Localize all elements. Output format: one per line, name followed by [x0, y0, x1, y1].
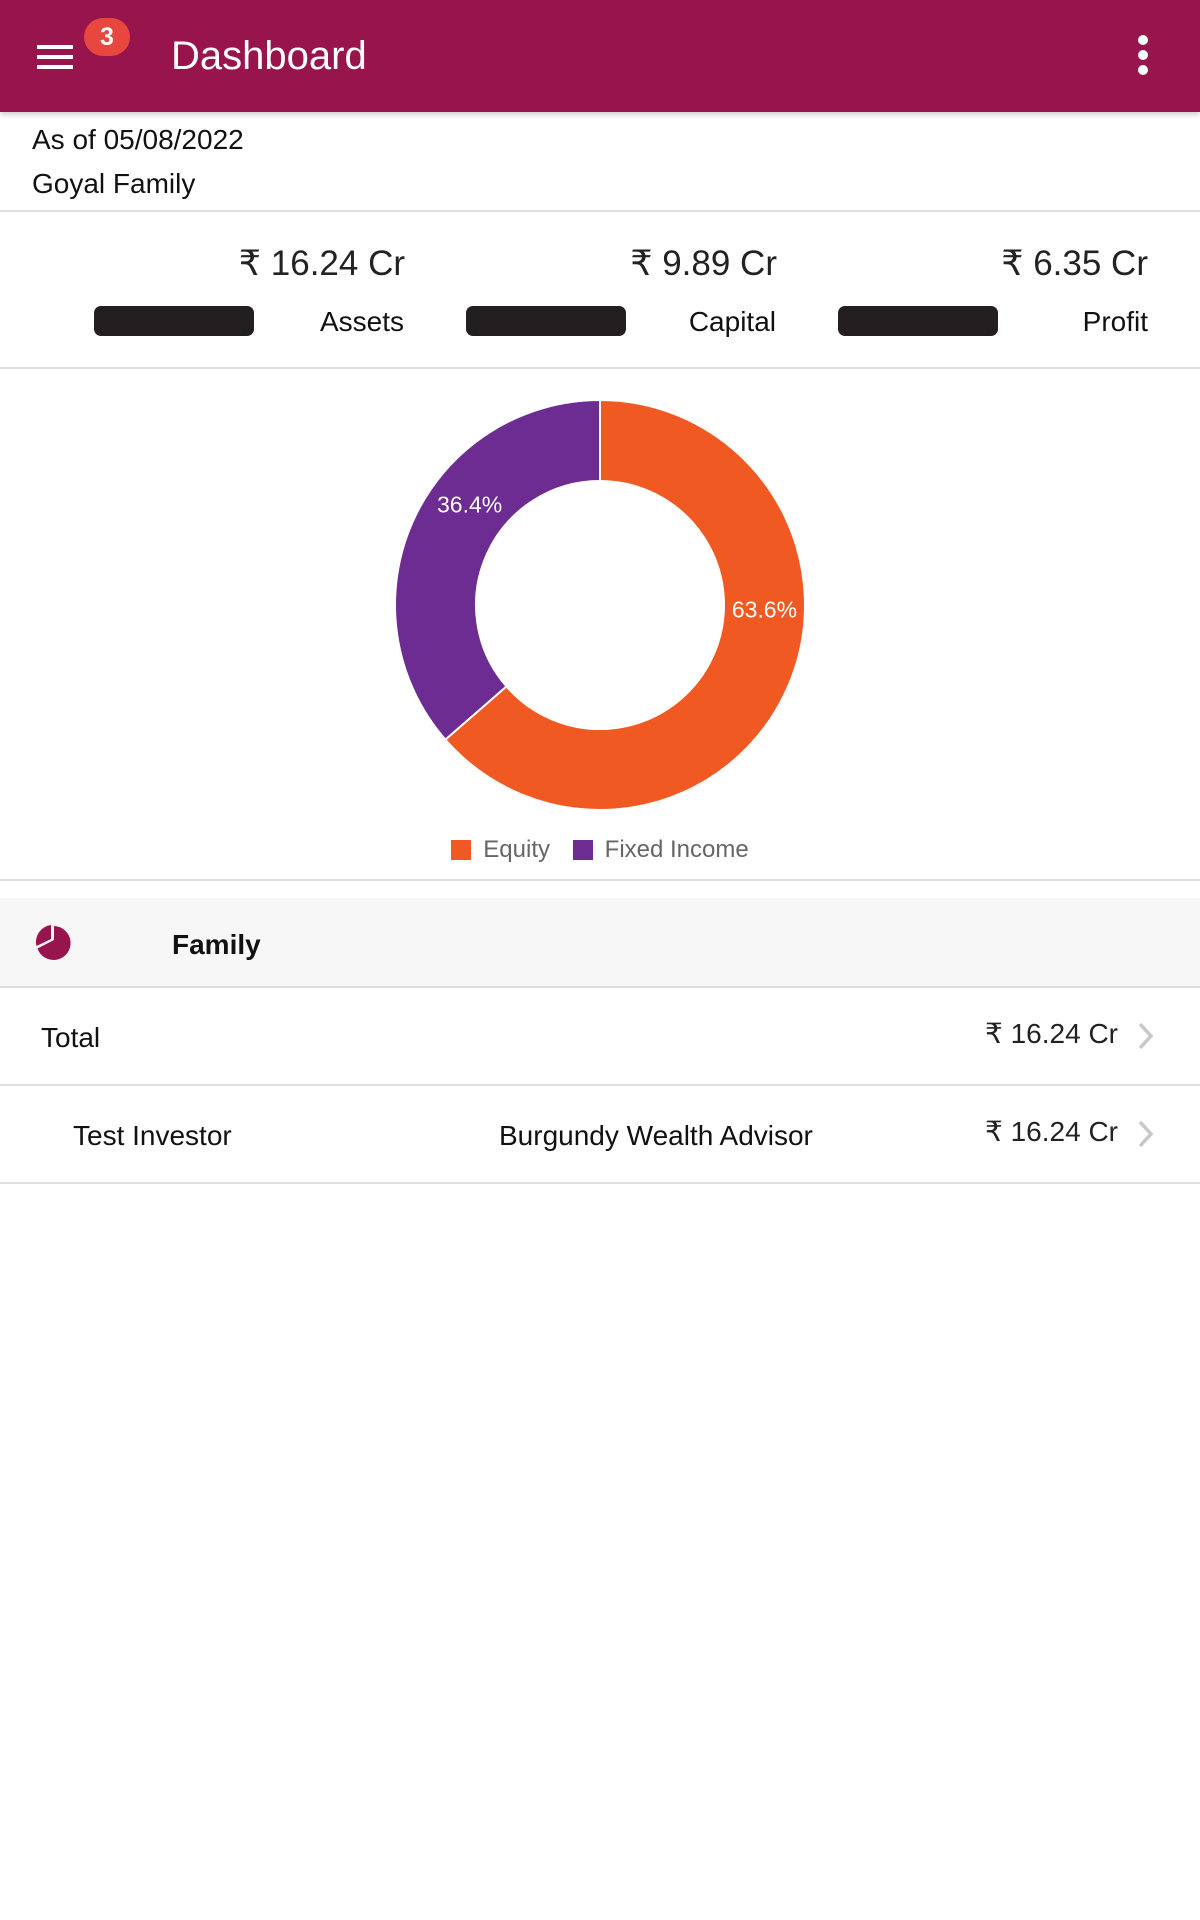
section-title: Family	[172, 929, 261, 960]
hamburger-icon	[37, 45, 73, 49]
legend-swatch-fixed-income	[572, 840, 593, 860]
legend-label: Equity	[483, 836, 550, 863]
row-label: Total	[41, 1022, 101, 1053]
chart-legend: Equity Fixed Income	[0, 836, 1200, 867]
more-vert-icon-dot	[1138, 65, 1148, 75]
chevron-right-icon	[1138, 1120, 1154, 1148]
legend-label: Fixed Income	[604, 836, 749, 863]
profit-label: Profit	[1082, 306, 1148, 337]
more-options-button[interactable]	[1128, 30, 1158, 80]
legend-swatch-equity	[451, 840, 472, 860]
donut-slice-fixed-income[interactable]	[394, 398, 601, 742]
capital-value: ₹ 9.89 Cr	[630, 244, 777, 283]
row-label: Test Investor	[73, 1120, 232, 1151]
row-advisor: Burgundy Wealth Advisor	[499, 1120, 813, 1151]
hamburger-icon-line	[37, 65, 73, 69]
page-title: Dashboard	[171, 34, 367, 78]
app-bar: 3 Dashboard	[0, 0, 1200, 112]
family-name: Goyal Family	[32, 168, 196, 199]
row-amount: ₹ 16.24 Cr	[985, 1018, 1118, 1049]
pie-chart-icon	[35, 925, 71, 960]
divider	[0, 879, 1200, 881]
table-row-total[interactable]: Total ₹ 16.24 Cr	[0, 988, 1200, 1084]
legend-item-equity[interactable]: Equity	[451, 836, 550, 864]
assets-label: Assets	[319, 306, 404, 337]
as-of-date: As of 05/08/2022	[32, 124, 244, 155]
capital-label: Capital	[688, 306, 776, 337]
divider	[0, 1182, 1200, 1184]
divider	[0, 367, 1200, 369]
table-row-investor[interactable]: Test Investor Burgundy Wealth Advisor ₹ …	[0, 1086, 1200, 1182]
notification-badge[interactable]: 3	[84, 18, 130, 56]
more-vert-icon-dot	[1138, 50, 1148, 60]
hamburger-icon-line	[37, 55, 73, 59]
row-amount: ₹ 16.24 Cr	[985, 1116, 1118, 1147]
legend-item-fixed-income[interactable]: Fixed Income	[572, 836, 749, 864]
slice-label-equity: 63.6%	[732, 597, 797, 623]
donut-chart-svg: 63.6% 36.4%	[394, 398, 806, 811]
menu-button[interactable]	[30, 36, 80, 76]
divider	[0, 210, 1200, 212]
chevron-right-icon	[1138, 1022, 1154, 1050]
more-vert-icon	[1138, 35, 1148, 45]
assets-value: ₹ 16.24 Cr	[238, 244, 405, 283]
allocation-chart: 63.6% 36.4%	[0, 370, 1200, 880]
profit-value: ₹ 6.35 Cr	[1001, 244, 1148, 283]
slice-label-fixed-income: 36.4%	[437, 492, 502, 518]
